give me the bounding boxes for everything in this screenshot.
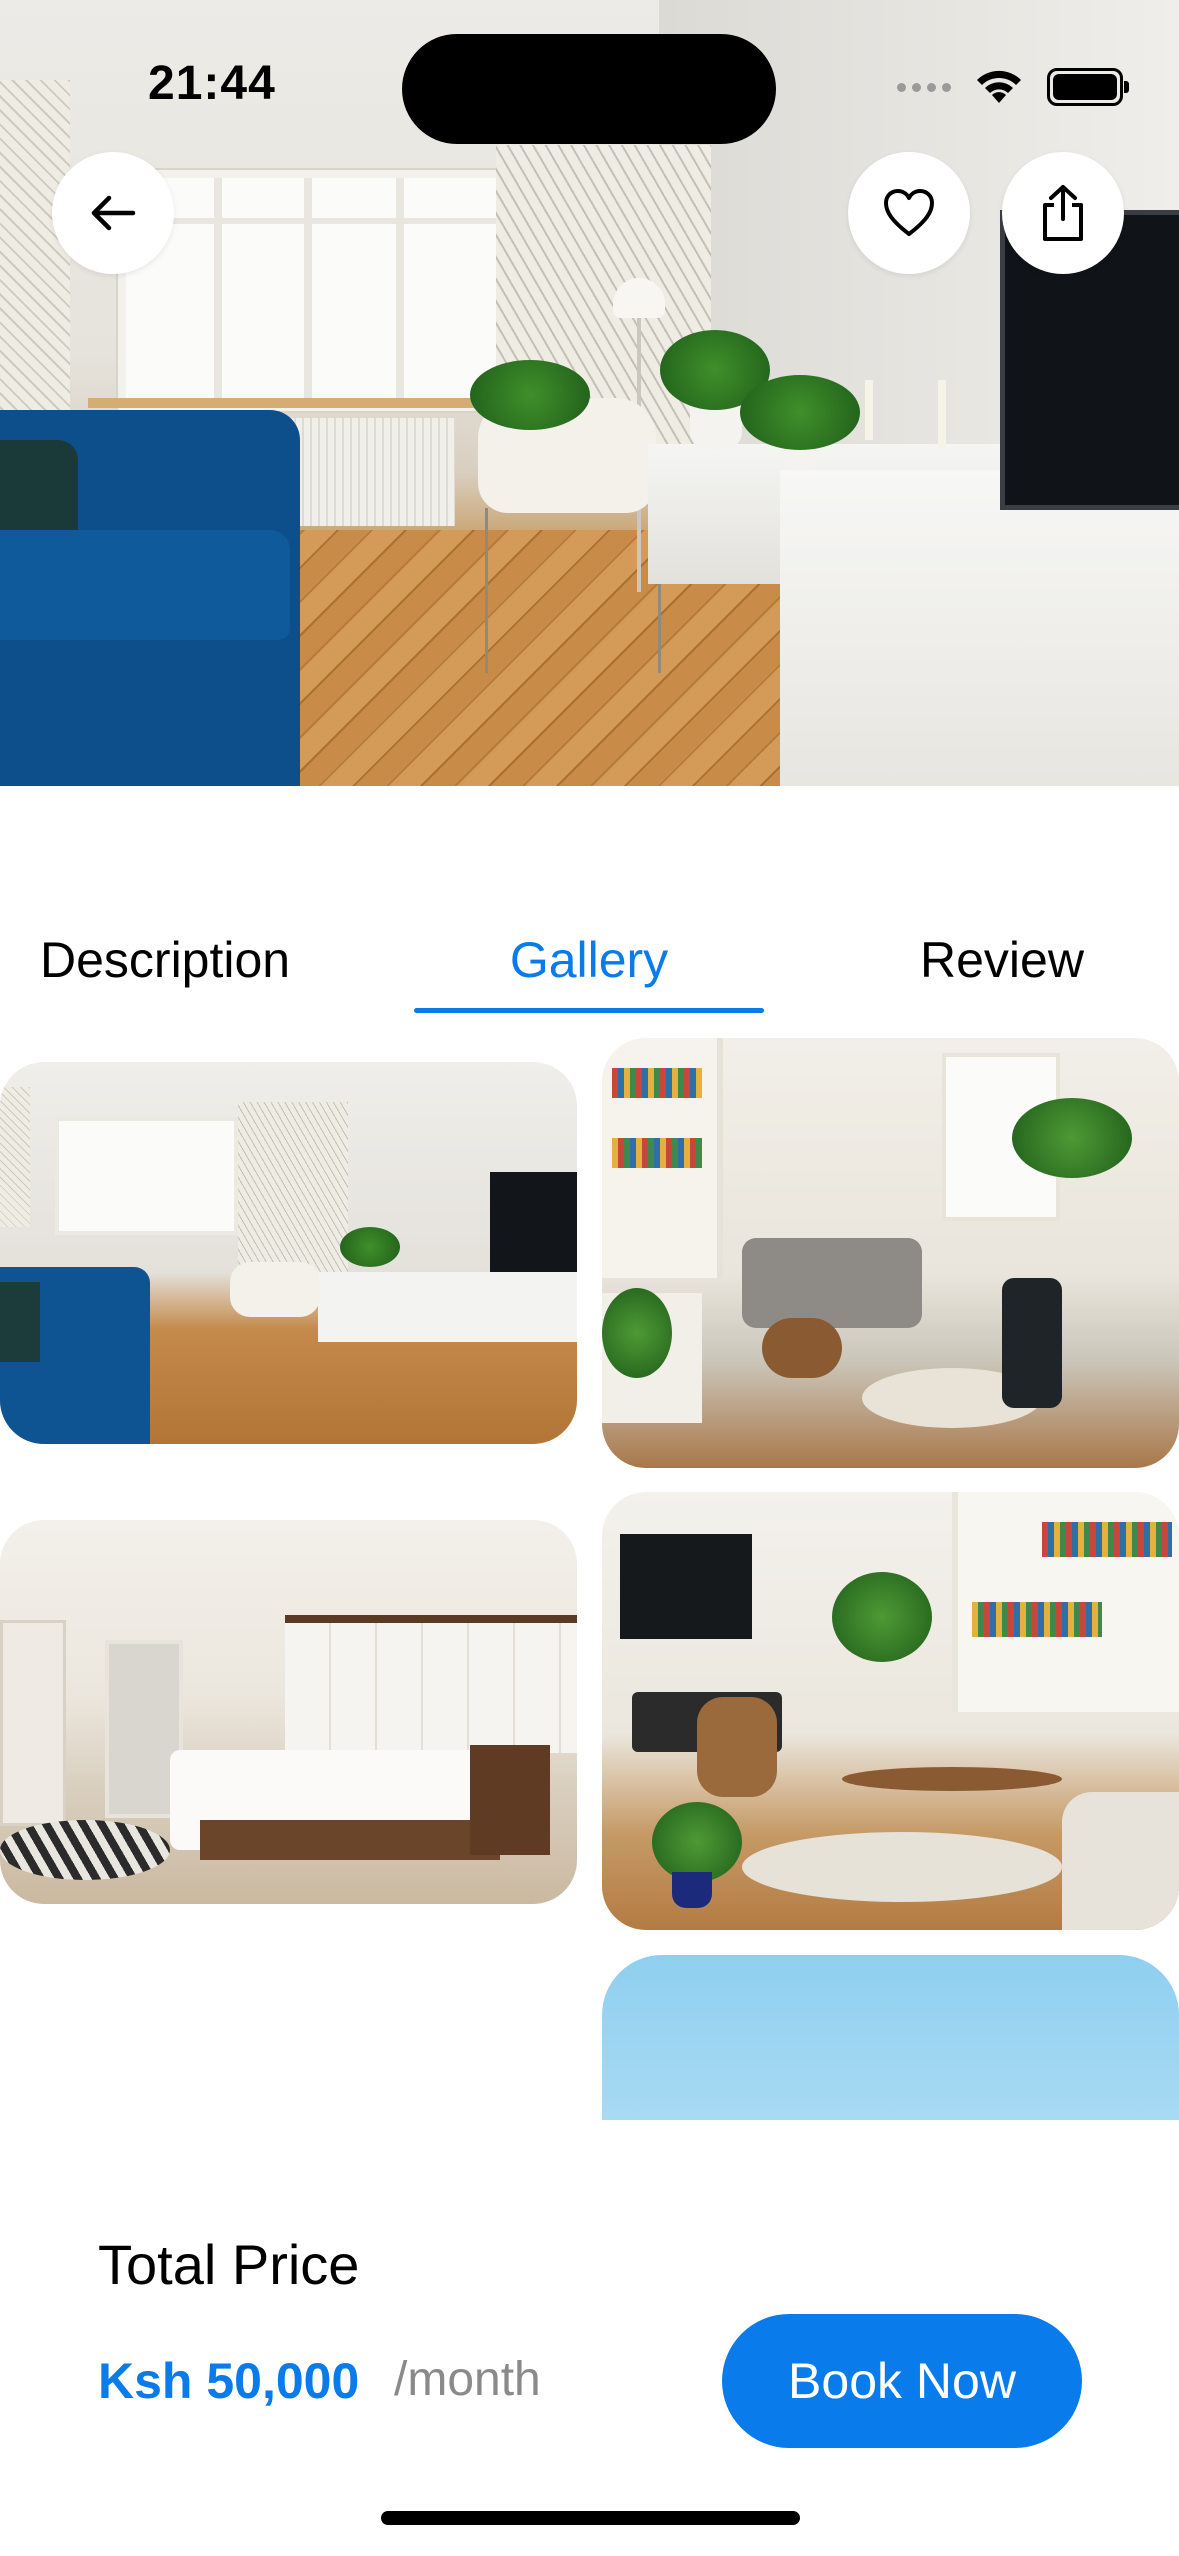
- battery-icon: [1047, 68, 1129, 106]
- heart-icon: [884, 189, 934, 236]
- gallery-photo[interactable]: [0, 1520, 577, 1904]
- total-price-label: Total Price: [98, 2233, 360, 2296]
- arrow-left-icon: [91, 195, 136, 231]
- dynamic-island: [402, 34, 776, 144]
- tab-gallery[interactable]: Gallery: [414, 920, 764, 1000]
- active-tab-indicator: [414, 1008, 764, 1013]
- gallery-photo[interactable]: [0, 1062, 577, 1444]
- price-period: /month: [394, 2353, 541, 2406]
- tab-bar: Description Gallery Review: [0, 920, 1179, 1014]
- gallery-photo[interactable]: [602, 1038, 1179, 1468]
- gallery-photo[interactable]: [602, 1492, 1179, 1930]
- share-button[interactable]: [1002, 152, 1124, 274]
- tab-review[interactable]: Review: [920, 920, 1084, 1000]
- status-time: 21:44: [148, 57, 276, 110]
- back-button[interactable]: [52, 152, 174, 274]
- wifi-icon: [977, 70, 1021, 103]
- book-now-button[interactable]: Book Now: [722, 2314, 1082, 2448]
- status-icons: [897, 62, 1129, 112]
- home-indicator[interactable]: [381, 2511, 800, 2525]
- signal-icon: [897, 82, 951, 92]
- favorite-button[interactable]: [848, 152, 970, 274]
- tab-description[interactable]: Description: [40, 920, 290, 1000]
- gallery-photo[interactable]: [602, 1955, 1179, 2120]
- price-value: Ksh 50,000: [98, 2353, 360, 2409]
- share-icon: [1043, 185, 1083, 241]
